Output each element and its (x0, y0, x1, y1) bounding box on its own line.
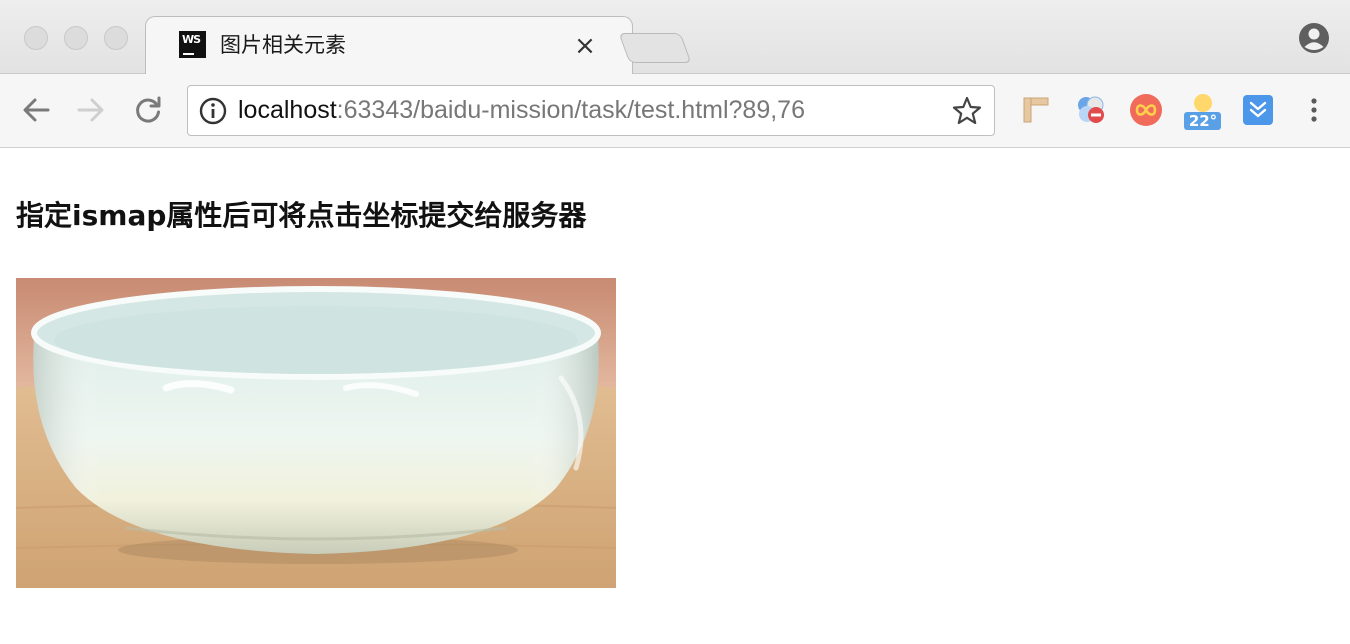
url-path: :63343/baidu-mission/task/test.html?89,7… (336, 96, 805, 124)
forward-arrow-icon[interactable] (73, 92, 109, 128)
window-minimize-button[interactable] (64, 26, 88, 50)
site-info-icon[interactable] (198, 96, 228, 126)
reload-icon[interactable] (130, 92, 166, 128)
ruler-extension-icon[interactable] (1018, 92, 1054, 128)
profile-avatar-icon[interactable] (1298, 22, 1330, 54)
address-url: localhost:63343/baidu-mission/task/test.… (238, 93, 805, 127)
new-tab-button[interactable] (618, 33, 692, 63)
translate-extension-icon[interactable] (1073, 92, 1109, 128)
browser-tab[interactable] (145, 16, 633, 75)
weather-temperature: 22° (1188, 112, 1218, 130)
weather-extension-icon[interactable]: 22° (1183, 92, 1223, 132)
bookmark-star-icon[interactable] (951, 95, 983, 127)
infinity-extension-icon[interactable] (1128, 92, 1164, 128)
url-host: localhost (238, 96, 337, 124)
back-arrow-icon[interactable] (18, 92, 54, 128)
page-heading: 指定ismap属性后可将点击坐标提交给服务器 (16, 199, 587, 232)
window-zoom-button[interactable] (104, 26, 128, 50)
webstorm-favicon-icon: WS (179, 31, 206, 58)
tab-close-icon[interactable]: × (570, 32, 600, 60)
download-extension-icon[interactable] (1240, 92, 1276, 128)
tab-title: 图片相关元素 (220, 33, 346, 57)
browser-menu-icon[interactable] (1303, 94, 1325, 126)
bowl-image-map[interactable] (16, 278, 616, 588)
window-close-button[interactable] (24, 26, 48, 50)
